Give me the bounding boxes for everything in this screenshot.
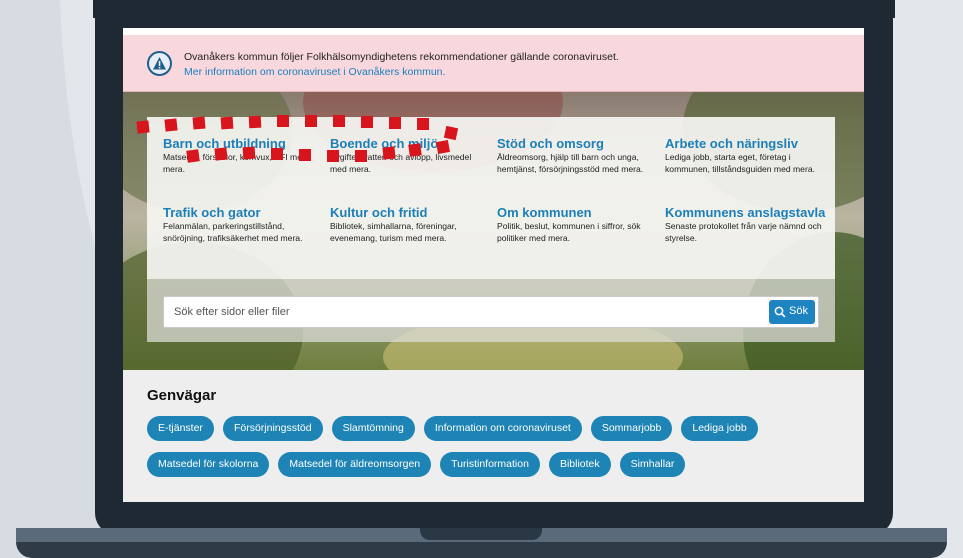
category-om-kommunen[interactable]: Om kommunen Politik, beslut, kommunen i …	[497, 205, 657, 244]
category-title[interactable]: Om kommunen	[497, 205, 657, 220]
highlight-dash	[436, 140, 450, 154]
highlight-dash	[164, 118, 178, 132]
shortcuts-row-2: Matsedel för skolorna Matsedel för äldre…	[147, 452, 686, 477]
shortcuts-section: Genvägar E-tjänster Försörjningsstöd Sla…	[123, 370, 864, 502]
shortcut-bibliotek[interactable]: Bibliotek	[548, 452, 611, 477]
category-title[interactable]: Trafik och gator	[163, 205, 323, 220]
browser-screen: Ovanåkers kommun följer Folkhälsomyndigh…	[123, 28, 864, 502]
shortcut-sommarjobb[interactable]: Sommarjobb	[590, 416, 673, 441]
highlight-dash	[220, 116, 234, 130]
search-button[interactable]: Sök	[769, 300, 815, 324]
shortcut-slamtomning[interactable]: Slamtömning	[331, 416, 415, 441]
highlight-dash	[327, 150, 339, 162]
search-panel: Sök efter sidor eller filer Sök	[147, 279, 835, 342]
category-title[interactable]: Arbete och näringsliv	[665, 136, 825, 151]
highlight-dash	[299, 149, 311, 161]
highlight-dash	[417, 118, 429, 130]
category-stod-och-omsorg[interactable]: Stöd och omsorg Äldreomsorg, hjälp till …	[497, 136, 657, 175]
category-title[interactable]: Kultur och fritid	[330, 205, 490, 220]
category-kultur-och-fritid[interactable]: Kultur och fritid Bibliotek, simhallarna…	[330, 205, 490, 244]
category-description: Politik, beslut, kommunen i siffror, sök…	[497, 221, 641, 243]
highlight-dash	[271, 148, 283, 160]
laptop-base	[16, 542, 947, 558]
highlight-dash	[355, 150, 367, 162]
category-description: Senaste protokollet från varje nämnd och…	[665, 221, 822, 243]
shortcut-matsedel-aldreomsorgen[interactable]: Matsedel för äldreomsorgen	[278, 452, 432, 477]
category-title[interactable]: Kommunens anslagstavla	[665, 205, 830, 220]
search-button-label: Sök	[789, 305, 808, 317]
search-input[interactable]: Sök efter sidor eller filer Sök	[163, 296, 819, 328]
highlight-dash	[242, 146, 256, 160]
hero-section: Barn och utbildning Matsedel, förskolor,…	[123, 92, 864, 370]
shortcuts-row-1: E-tjänster Försörjningsstöd Slamtömning …	[147, 416, 758, 441]
highlight-dash	[361, 116, 373, 128]
shortcut-matsedel-skolorna[interactable]: Matsedel för skolorna	[147, 452, 270, 477]
shortcut-forsorjningsstod[interactable]: Försörjningsstöd	[222, 416, 323, 441]
alert-link[interactable]: Mer information om coronaviruset i Ovanå…	[184, 66, 445, 78]
category-arbete-och-naringsliv[interactable]: Arbete och näringsliv Lediga jobb, start…	[665, 136, 825, 175]
category-kommunens-anslagstavla[interactable]: Kommunens anslagstavla Senaste protokoll…	[665, 205, 830, 244]
shortcut-turistinformation[interactable]: Turistinformation	[440, 452, 540, 477]
highlight-dash	[333, 115, 345, 127]
search-icon	[774, 306, 786, 318]
highlight-dash	[277, 115, 289, 127]
shortcut-simhallar[interactable]: Simhallar	[619, 452, 686, 477]
shortcut-e-tjanster[interactable]: E-tjänster	[147, 416, 214, 441]
highlight-dash	[408, 143, 422, 157]
highlight-dash	[214, 147, 228, 161]
highlight-dash	[248, 115, 262, 129]
shortcuts-title: Genvägar	[147, 387, 217, 404]
highlight-dash	[186, 149, 200, 163]
highlight-dash	[382, 146, 396, 160]
category-description: Bibliotek, simhallarna, föreningar, even…	[330, 221, 457, 243]
category-title[interactable]: Stöd och omsorg	[497, 136, 657, 151]
highlight-dash	[192, 116, 206, 130]
laptop-notch	[420, 528, 542, 540]
search-placeholder: Sök efter sidor eller filer	[174, 306, 290, 318]
shortcut-lediga-jobb[interactable]: Lediga jobb	[681, 416, 758, 441]
highlight-dash	[443, 125, 459, 141]
highlight-dash	[305, 115, 317, 127]
category-panel: Barn och utbildning Matsedel, förskolor,…	[136, 115, 835, 279]
category-description: Äldreomsorg, hjälp till barn och unga, h…	[497, 152, 644, 174]
corona-alert-banner: Ovanåkers kommun följer Folkhälsomyndigh…	[123, 35, 864, 92]
category-description: Lediga jobb, starta eget, företag i komm…	[665, 152, 815, 174]
highlight-dash	[136, 120, 150, 134]
warning-triangle-icon	[147, 51, 172, 76]
alert-text: Ovanåkers kommun följer Folkhälsomyndigh…	[184, 51, 619, 63]
highlight-dash	[389, 117, 401, 129]
category-description: Felanmälan, parkeringstillstånd, snöröjn…	[163, 221, 303, 243]
shortcut-coronavirus-info[interactable]: Information om coronaviruset	[423, 416, 582, 441]
category-trafik-och-gator[interactable]: Trafik och gator Felanmälan, parkeringst…	[163, 205, 323, 244]
